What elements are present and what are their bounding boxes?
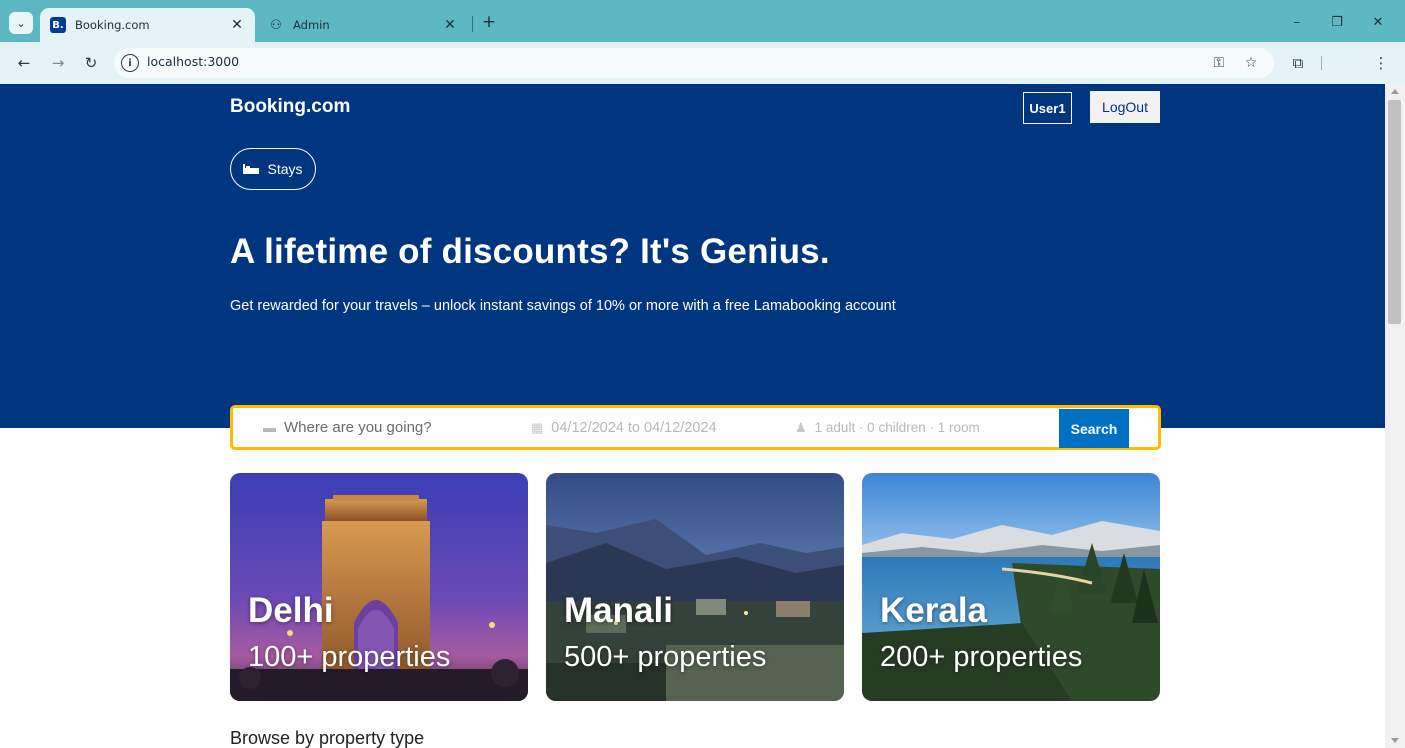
guest-options-text[interactable]: 1 adult · 0 children · 1 room (815, 420, 980, 435)
featured-property-count: 500+ properties (564, 641, 767, 673)
date-range-text[interactable]: 04/12/2024 to 04/12/2024 (551, 420, 716, 436)
scroll-up-icon[interactable] (1391, 89, 1399, 94)
search-button[interactable]: Search (1059, 409, 1129, 448)
destination-input[interactable]: ▬ Where are you going? (263, 408, 432, 447)
logout-button[interactable]: LogOut (1090, 91, 1160, 123)
featured-city-name: Manali (564, 591, 673, 630)
tab-stays-label: Stays (267, 161, 303, 177)
browser-tab-strip: ⌄ B. Booking.com ✕ ⚇ Admin ✕ + – ❐ ✕ (0, 0, 1405, 42)
plus-icon: + (481, 12, 497, 32)
hero-title: A lifetime of discounts? It's Genius. (230, 232, 830, 271)
address-bar[interactable]: i localhost:3000 ⚿ ☆ (114, 48, 1274, 78)
key-icon[interactable]: ⚿ (1209, 53, 1229, 73)
person-icon: ♟ (795, 419, 807, 435)
destination-placeholder[interactable]: Where are you going? (284, 419, 432, 436)
close-icon[interactable]: ✕ (229, 17, 245, 33)
user-button[interactable]: User1 (1023, 92, 1072, 124)
tab-title: Booking.com (75, 18, 150, 32)
featured-city-name: Kerala (880, 591, 988, 630)
info-icon[interactable]: i (121, 54, 139, 72)
hero-banner: Booking.com User1 LogOut Stays A lifetim… (0, 84, 1385, 428)
close-window-button[interactable]: ✕ (1367, 12, 1389, 32)
page-viewport: Booking.com User1 LogOut Stays A lifetim… (0, 84, 1405, 748)
featured-card-delhi[interactable]: Delhi 100+ properties (230, 473, 528, 701)
featured-card-manali[interactable]: Manali 500+ properties (546, 473, 844, 701)
featured-property-count: 100+ properties (248, 641, 451, 673)
tab-search-button[interactable]: ⌄ (9, 12, 33, 34)
section-title-property-type: Browse by property type (230, 728, 425, 748)
arrow-left-icon: ← (17, 54, 31, 72)
browser-menu-button[interactable]: ⋮ (1370, 52, 1392, 74)
site-logo[interactable]: Booking.com (230, 96, 350, 118)
bed-icon (243, 164, 260, 174)
toolbar-divider (1321, 56, 1322, 70)
close-icon[interactable]: ✕ (442, 17, 458, 33)
page-scrollbar[interactable] (1385, 84, 1405, 748)
featured-cities: Delhi 100+ properties Manali 500+ proper… (230, 473, 1161, 701)
scroll-down-icon[interactable] (1391, 738, 1399, 743)
search-bar: ▬ Where are you going? ▦ 04/12/2024 to 0… (230, 405, 1161, 450)
calendar-icon: ▦ (531, 419, 544, 435)
browser-toolbar: ← → ↻ i localhost:3000 ⚿ ☆ ⧉ ⋮ (0, 42, 1405, 84)
guest-options[interactable]: ♟ 1 adult · 0 children · 1 room (795, 408, 980, 447)
tab-admin[interactable]: ⚇ Admin ✕ (258, 8, 468, 42)
featured-card-kerala[interactable]: Kerala 200+ properties (862, 473, 1160, 701)
featured-property-count: 200+ properties (880, 641, 1083, 673)
hero-subtitle: Get rewarded for your travels – unlock i… (230, 298, 896, 314)
new-tab-button[interactable]: + (480, 10, 498, 34)
back-button[interactable]: ← (13, 52, 35, 74)
forward-button[interactable]: → (47, 52, 69, 74)
date-range-picker[interactable]: ▦ 04/12/2024 to 04/12/2024 (531, 408, 717, 447)
admin-icon: ⚇ (270, 17, 282, 33)
featured-city-name: Delhi (248, 591, 334, 630)
reload-button[interactable]: ↻ (80, 52, 102, 74)
restore-button[interactable]: ❐ (1326, 12, 1348, 32)
tab-stays[interactable]: Stays (230, 148, 316, 190)
url-text[interactable]: localhost:3000 (147, 54, 239, 69)
extensions-button[interactable]: ⧉ (1287, 52, 1309, 74)
minimize-button[interactable]: – (1286, 12, 1308, 32)
arrow-right-icon: → (51, 54, 65, 72)
minimize-icon: – (1293, 14, 1301, 30)
reload-icon: ↻ (84, 54, 98, 72)
star-icon[interactable]: ☆ (1241, 53, 1261, 73)
puzzle-icon: ⧉ (1292, 54, 1304, 72)
tab-title: Admin (293, 18, 330, 32)
tab-divider (472, 16, 473, 32)
restore-icon: ❐ (1331, 14, 1343, 30)
kebab-menu-icon: ⋮ (1373, 54, 1389, 72)
bed-icon: ▬ (263, 420, 276, 435)
close-icon: ✕ (1372, 14, 1384, 30)
chevron-down-icon: ⌄ (16, 16, 26, 30)
tab-booking[interactable]: B. Booking.com ✕ (40, 8, 255, 42)
scrollbar-thumb[interactable] (1388, 100, 1401, 324)
booking-b-icon: B. (50, 17, 66, 33)
